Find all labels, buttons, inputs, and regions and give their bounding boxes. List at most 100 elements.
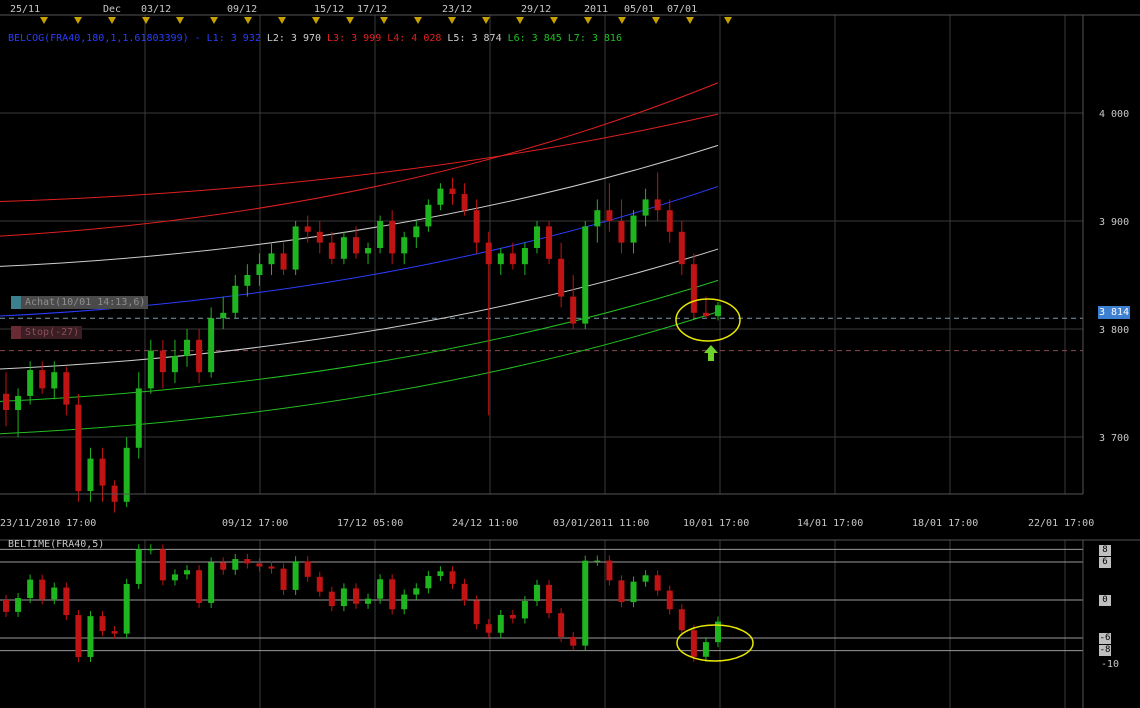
top-date-label-4: 15/12 (314, 4, 344, 15)
session-marker-icon-16 (584, 17, 592, 24)
osc-body-44 (533, 584, 540, 602)
buy-order-badge[interactable]: Achat(10/01 14:13,6) (11, 296, 149, 309)
osc-body-17 (208, 562, 215, 603)
candle-body-15 (184, 339, 191, 356)
session-marker-icon-2 (108, 17, 116, 24)
bottom-date-label-6: 14/01 17:00 (797, 518, 863, 529)
candle-body-18 (220, 312, 227, 319)
osc-body-49 (594, 560, 601, 562)
legend-l3: L3: 3 999 (327, 33, 382, 44)
osc-body-23 (280, 568, 287, 590)
session-marker-icon-13 (482, 17, 490, 24)
osc-body-52 (630, 581, 637, 603)
band-line-L7 (0, 311, 719, 435)
y-tick-label-1: 3 900 (1099, 217, 1129, 228)
top-date-label-10: 07/01 (667, 4, 697, 15)
session-marker-icon-20 (724, 17, 732, 24)
bottom-date-label-3: 24/12 11:00 (452, 518, 518, 529)
candle-body-3 (39, 370, 46, 389)
candle-body-26 (316, 231, 323, 243)
session-marker-icon-19 (686, 17, 694, 24)
candle-body-43 (521, 248, 528, 265)
candle-body-13 (159, 350, 166, 373)
chart-canvas: 4 000 3 900 3 800 3 700 25/11 Dec 03/12 09/12 15… (0, 4, 1140, 708)
candle-body-17 (208, 318, 215, 373)
session-marker-icon-5 (210, 17, 218, 24)
bottom-date-label-5: 10/01 17:00 (683, 518, 749, 529)
subchart-level-tag-8: 8 (1099, 545, 1111, 556)
osc-body-32 (389, 579, 396, 610)
candle-body-42 (509, 253, 516, 265)
osc-body-56 (678, 609, 685, 631)
osc-body-0 (3, 600, 9, 612)
session-marker-icon-12 (448, 17, 456, 24)
candle-body-38 (461, 194, 468, 211)
candle-body-34 (413, 226, 420, 238)
top-date-label-7: 29/12 (521, 4, 551, 15)
session-marker-icon-8 (312, 17, 320, 24)
bottom-date-label-1: 09/12 17:00 (222, 518, 288, 529)
osc-body-31 (377, 579, 384, 599)
candle-body-56 (678, 231, 685, 265)
osc-body-25 (304, 561, 311, 577)
osc-body-48 (582, 560, 589, 646)
osc-body-20 (244, 559, 251, 564)
legend-l2: L2: 3 970 (266, 33, 322, 44)
candle-body-30 (365, 248, 372, 254)
top-date-label-2: 03/12 (141, 4, 171, 15)
annotations (675, 298, 754, 662)
buy-arrow-icon (704, 345, 718, 361)
osc-body-58 (702, 642, 709, 657)
highlight-circle-main (675, 298, 741, 342)
osc-body-41 (497, 615, 504, 633)
session-marker-icon-6 (244, 17, 252, 24)
session-marker-icon-15 (550, 17, 558, 24)
candle-body-39 (473, 210, 480, 243)
osc-body-39 (473, 600, 480, 625)
osc-body-27 (328, 591, 335, 607)
candle-body-11 (135, 388, 142, 448)
candle-body-19 (232, 285, 239, 313)
candle-body-52 (630, 215, 637, 243)
session-marker-icon-11 (414, 17, 422, 24)
subchart-level-tag-6: 6 (1099, 557, 1111, 568)
stop-order-label: Stop(-27) (25, 327, 80, 338)
session-marker-icon-9 (346, 17, 354, 24)
legend-l5: L5: 3 874 (447, 33, 502, 44)
band-line-L3 (0, 113, 719, 203)
candle-body-46 (558, 258, 565, 297)
buy-order-label: Achat(10/01 14:13,6) (25, 297, 146, 308)
bottom-date-label-0: 23/11/2010 17:00 (0, 518, 96, 529)
current-price-tag: 3 814 (1098, 306, 1130, 319)
subchart-title: BELTIME(FRA40,5) (8, 539, 105, 550)
candle-body-25 (304, 226, 311, 232)
candle-body-41 (497, 253, 504, 265)
osc-body-34 (413, 588, 420, 595)
candle-body-37 (449, 188, 456, 194)
candle-body-20 (244, 275, 251, 286)
osc-body-14 (171, 574, 178, 581)
osc-body-24 (292, 561, 299, 590)
regression-bands (0, 82, 719, 435)
osc-body-45 (546, 584, 553, 614)
osc-body-15 (184, 570, 191, 575)
session-marker-icon-3 (142, 17, 150, 24)
subchart-level-tag-0: 0 (1099, 595, 1111, 606)
candle-body-35 (425, 204, 432, 227)
session-marker-icon-10 (380, 17, 388, 24)
top-date-label-6: 23/12 (442, 4, 472, 15)
osc-body-50 (606, 560, 613, 581)
candle-body-0 (3, 393, 9, 410)
osc-body-55 (666, 590, 673, 610)
osc-body-29 (352, 588, 359, 604)
candle-body-58 (702, 312, 709, 317)
session-marker-icon-14 (516, 17, 524, 24)
osc-body-22 (268, 566, 275, 569)
candle-body-14 (171, 356, 178, 373)
candle-body-12 (147, 350, 154, 389)
osc-body-35 (425, 575, 432, 589)
bottom-date-label-8: 22/01 17:00 (1028, 518, 1094, 529)
session-marker-icon-0 (40, 17, 48, 24)
top-date-label-8: 2011 (584, 4, 608, 15)
stop-order-badge[interactable]: Stop(-27) (11, 326, 83, 339)
